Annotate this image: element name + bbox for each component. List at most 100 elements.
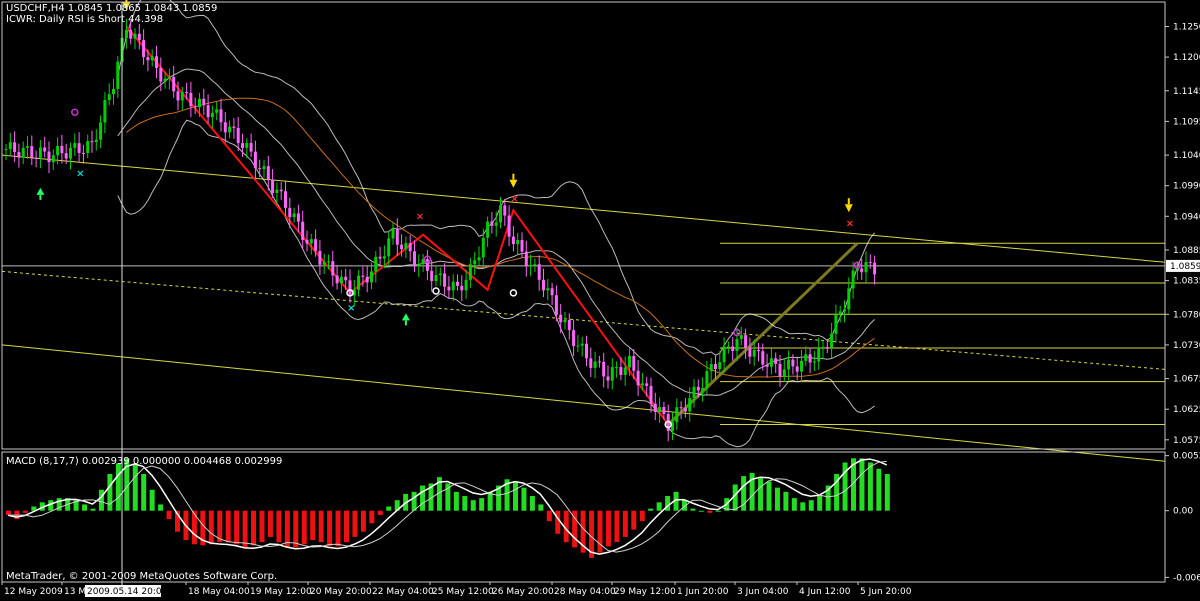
candle-body [86, 141, 90, 154]
macd-bar [259, 510, 265, 543]
candle-body [757, 350, 760, 352]
candle-body [189, 92, 193, 107]
candle-body [705, 371, 709, 389]
time-label: 25 May 12:00 [432, 587, 494, 597]
candle-body [825, 346, 829, 348]
candle-body [142, 40, 146, 58]
candle-body [830, 333, 834, 348]
macd-tick-label: 0.00 [1173, 507, 1193, 517]
candle-body [774, 358, 778, 364]
candle-body [722, 346, 726, 363]
candle-body [137, 33, 141, 41]
candle-body [331, 261, 335, 276]
candle-body [873, 262, 877, 275]
candle-body [38, 147, 42, 158]
candle-body [17, 152, 21, 158]
price-tick-label: 1.1040 [1173, 151, 1200, 161]
macd-bar [791, 498, 797, 511]
macd-bar [234, 510, 240, 545]
candle-body [43, 147, 47, 152]
candle-body [180, 92, 184, 101]
candle-body [589, 358, 593, 368]
candle-body [559, 314, 563, 323]
macd-bar [783, 491, 789, 511]
price-tick-label: 1.1250 [1173, 22, 1200, 32]
macd-bar [453, 491, 459, 511]
candle-body [761, 351, 765, 365]
macd-bar [115, 463, 121, 511]
candle-body [658, 407, 662, 412]
candle-body [425, 259, 429, 271]
time-label: 18 May 04:00 [188, 587, 250, 597]
macd-bar [293, 510, 299, 548]
chart-canvas[interactable]: × × × × × 1.1250 1.1200 1.1145 1.1095 1.1040 1.09… [0, 0, 1200, 601]
sell-arrow-stem [512, 173, 515, 180]
time-label: 19 May 12:00 [250, 587, 312, 597]
candle-body [395, 228, 399, 245]
candle-body [339, 276, 343, 284]
candle-body [262, 166, 266, 170]
candle-body [292, 213, 296, 218]
candle-body [709, 364, 713, 372]
macd-bar [344, 510, 349, 543]
candle-body [90, 141, 94, 143]
candle-body [258, 168, 262, 170]
price-tick-label: 1.0575 [1173, 436, 1200, 446]
macd-bar [614, 510, 620, 543]
candle-body [241, 143, 244, 148]
candle-body [434, 275, 438, 282]
candle-body [563, 320, 567, 323]
candle-body [752, 350, 756, 357]
candle-body [580, 343, 584, 346]
candle-body [701, 388, 705, 391]
candle-body [696, 386, 700, 391]
signal-marker: × [846, 219, 854, 230]
candle-body [13, 142, 17, 153]
macd-bar [867, 462, 873, 511]
candle-body [94, 139, 98, 143]
macd-bar [690, 508, 696, 511]
macd-bar [605, 510, 611, 547]
macd-bar [369, 510, 375, 524]
candle-body [150, 56, 154, 61]
candle-body [413, 251, 416, 267]
candle-body [537, 264, 541, 280]
candle-body [473, 260, 477, 265]
candle-body [69, 147, 72, 159]
candle-body [546, 288, 550, 291]
candle-body [451, 281, 455, 291]
macd-bar [6, 510, 11, 515]
candle-body [821, 346, 825, 348]
price-tick-label: 1.0885 [1173, 246, 1200, 256]
macd-bar [327, 510, 333, 547]
macd-bar [82, 504, 88, 511]
macd-bar [132, 464, 138, 511]
macd-bar [487, 491, 493, 511]
macd-bar [648, 508, 654, 511]
candle-body [864, 262, 868, 273]
candle-body [219, 109, 223, 123]
candle-body [365, 276, 369, 283]
candle-body [477, 257, 481, 261]
macd-bar [158, 504, 164, 511]
candle-body [249, 142, 253, 152]
time-label: 13 M [64, 587, 86, 597]
candle-body [511, 236, 515, 245]
candle-body [490, 221, 494, 226]
candle-body [744, 335, 748, 348]
candle-body [572, 330, 576, 346]
candle-body [800, 360, 803, 372]
price-tick-label: 1.0625 [1173, 405, 1200, 415]
candle-body [765, 364, 769, 367]
time-label: 22 May 04:00 [372, 587, 434, 597]
candle-body [357, 275, 361, 290]
candle-body [649, 385, 653, 404]
macd-bar [758, 477, 764, 511]
macd-bar [479, 498, 485, 511]
candle-body [176, 91, 180, 101]
buy-arrow-stem [404, 320, 407, 326]
candle-body [210, 112, 214, 118]
price-tick-label: 1.0990 [1173, 182, 1200, 192]
macd-tick-label: -0.00636 [1173, 573, 1200, 583]
time-label: 12 May 2009 [4, 587, 63, 597]
